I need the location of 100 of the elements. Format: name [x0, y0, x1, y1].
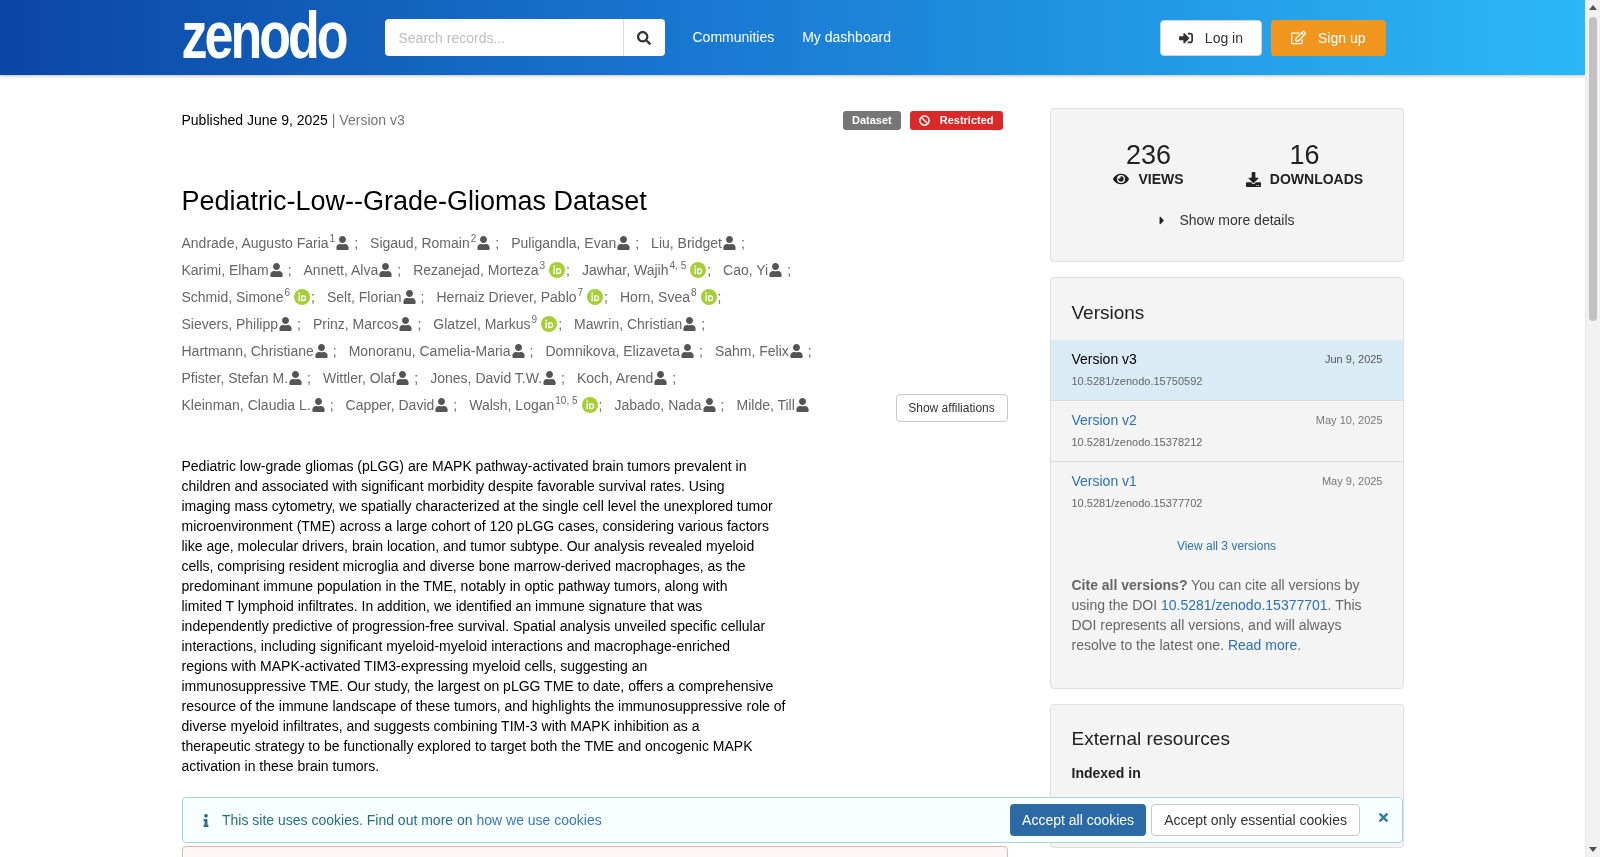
person-icon [435, 398, 449, 412]
person-icon [702, 398, 716, 412]
author-name[interactable]: Monoranu, Camelia-Maria [348, 343, 511, 359]
view-all-versions-link[interactable]: View all 3 versions [1176, 538, 1277, 554]
scrollbar[interactable] [1585, 0, 1600, 857]
logo[interactable]: zenodo [181, 0, 346, 69]
author-separator: ; [707, 262, 712, 278]
author-name[interactable]: Kleinman, Claudia L. [181, 397, 311, 413]
cookie-notice-text: This site uses cookies. Find out more on how we use cookies [222, 812, 602, 828]
author-separator: ; [699, 343, 703, 359]
person-icon [795, 398, 809, 412]
author-name[interactable]: Liu, Bridget [651, 235, 722, 251]
accept-essential-button[interactable]: Accept only essential cookies [1151, 804, 1360, 836]
id-icon[interactable] [700, 289, 717, 305]
scroll-down-arrow-icon[interactable] [1589, 847, 1597, 852]
author-name[interactable]: Rezanejad, Morteza [413, 262, 539, 278]
author-name[interactable]: Mawrin, Christian [574, 316, 683, 332]
person-icon [396, 371, 410, 385]
version-link[interactable]: Version v1 [1071, 471, 1137, 491]
id-icon[interactable] [541, 316, 558, 332]
version-link[interactable]: Version v2 [1071, 410, 1137, 430]
author-name[interactable]: Schmid, Simone [181, 289, 284, 305]
author-name[interactable]: Andrade, Augusto Faria [181, 235, 329, 251]
nav-link[interactable]: My dashboard [802, 27, 891, 46]
show-more-details-toggle[interactable]: Show more details [1158, 210, 1295, 230]
affiliation-number: 6 [284, 287, 290, 299]
author-separator: ; [807, 343, 812, 359]
author-name[interactable]: Koch, Arend [576, 370, 654, 386]
author-name[interactable]: Pfister, Stefan M. [181, 370, 289, 386]
ban-icon [918, 114, 930, 126]
search-button[interactable] [622, 19, 665, 56]
scrollbar-thumb[interactable] [1589, 17, 1597, 321]
cookie-policy-link[interactable]: how we use cookies [476, 812, 602, 828]
author-name[interactable]: Prinz, Marcos [312, 316, 399, 332]
author-name[interactable]: Selt, Florian [326, 289, 402, 305]
author-separator: ; [307, 370, 311, 386]
id-icon[interactable] [549, 262, 565, 278]
version-link[interactable]: Version v3 [1071, 349, 1137, 369]
author-name[interactable]: Sievers, Philipp [181, 316, 278, 332]
person-icon [654, 371, 668, 385]
author-name[interactable]: Wittler, Olaf [323, 370, 396, 386]
author-separator: ; [720, 397, 725, 413]
id-icon[interactable] [581, 397, 598, 413]
author-name[interactable]: Annett, Alva [303, 262, 379, 278]
author-name[interactable]: Jabado, Nada [614, 397, 702, 413]
cite-link[interactable]: Read more [1227, 637, 1298, 653]
author-name[interactable]: Hernaiz Driever, Pablo [436, 289, 577, 305]
scroll-up-arrow-icon[interactable] [1589, 5, 1597, 10]
author-name[interactable]: Horn, Svea [620, 289, 691, 305]
id-icon[interactable] [690, 262, 707, 278]
search-field[interactable]: Search records... [384, 19, 623, 56]
log-in-button[interactable]: Log in [1159, 19, 1262, 56]
resource-type-badge: Dataset [842, 110, 901, 130]
version-item[interactable]: Version v1 May 9, 2025 10.5281/zenodo.15377702 [1050, 461, 1403, 522]
author-name[interactable]: Capper, David [345, 397, 435, 413]
author-name[interactable]: Sahm, Felix [714, 343, 789, 359]
author-separator: ; [414, 370, 419, 386]
stat-count: 236 [1125, 140, 1172, 170]
close-button[interactable] [1378, 810, 1389, 824]
affiliation-number: 9 [531, 314, 538, 326]
cite-link[interactable]: 10.5281/zenodo.15377701 [1161, 597, 1328, 613]
id-icon[interactable] [294, 289, 310, 305]
version-doi: 10.5281/zenodo.15378212 [1071, 435, 1204, 450]
author-name[interactable]: Puligandla, Evan [511, 235, 617, 251]
affiliation-number: 4, 5 [669, 260, 687, 272]
author-name[interactable]: Walsh, Logan [469, 397, 555, 413]
person-icon [314, 344, 328, 358]
version-date: May 10, 2025 [1315, 414, 1383, 426]
person-icon [477, 236, 491, 250]
search-icon [637, 30, 651, 45]
nav-link[interactable]: Communities [692, 27, 775, 46]
eye-icon [1113, 171, 1130, 187]
show-affiliations-button[interactable]: Show affiliations [895, 394, 1008, 422]
author-separator: ; [397, 262, 402, 278]
accept-all-button[interactable]: Accept all cookies [1010, 804, 1147, 836]
author-separator: ; [417, 316, 422, 332]
affiliation-number: 10, 5 [555, 395, 578, 407]
author-name[interactable]: Domnikova, Elizaveta [545, 343, 681, 359]
author-name[interactable]: Glatzel, Markus [433, 316, 531, 332]
affiliation-number: 1 [329, 233, 336, 245]
version-item[interactable]: Version v3 Jun 9, 2025 10.5281/zenodo.15750592 [1050, 340, 1403, 400]
author-separator: ; [287, 262, 292, 278]
author-name[interactable]: Sigaud, Romain [370, 235, 470, 251]
author-name[interactable]: Cao, Yi [723, 262, 769, 278]
author-separator: ; [787, 262, 792, 278]
close-icon [1378, 810, 1389, 824]
author-name[interactable]: Jawhar, Wajih [581, 262, 669, 278]
author-name[interactable]: Karimi, Elham [181, 262, 269, 278]
person-icon [617, 236, 631, 250]
affiliation-number: 8 [691, 287, 697, 299]
author-separator: ; [311, 289, 315, 305]
version-item[interactable]: Version v2 May 10, 2025 10.5281/zenodo.15378212 [1050, 400, 1403, 461]
card-heading: External resources [1071, 727, 1231, 751]
stat-label: DOWNLOADS [1245, 170, 1364, 188]
author-name[interactable]: Milde, Till [736, 397, 795, 413]
author-name[interactable]: Hartmann, Christiane [181, 343, 314, 359]
id-icon[interactable] [587, 289, 604, 305]
person-icon [683, 317, 697, 331]
author-separator: ; [558, 316, 563, 332]
author-name[interactable]: Jones, David T.W. [430, 370, 543, 386]
